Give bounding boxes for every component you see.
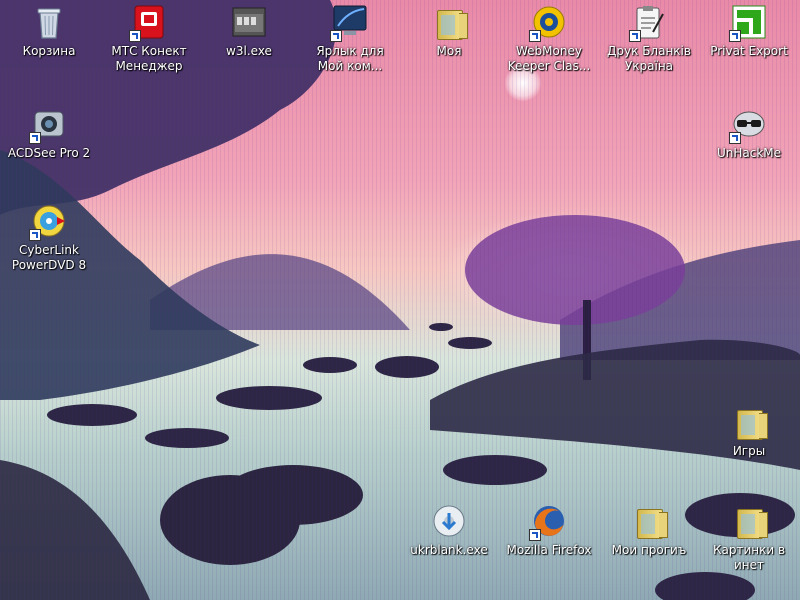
mts-connect-icon [129,4,167,42]
desktop-icon-label: w3l.exe [226,44,272,58]
desktop-icon-label: МТС Конект Менеджер [111,44,187,73]
desktop-icon-label: CyberLink PowerDVD 8 [11,243,87,272]
webmoney-icon [529,4,567,42]
dvd-disc-icon [29,203,67,241]
desktop-icon-unhackme[interactable]: UnHackMe [704,106,794,161]
desktop-icon-label: Друк Бланків Україна [607,44,691,73]
firefox-icon [529,503,567,541]
desktop-icon-label: Privat Export [710,44,788,58]
shortcut-arrow-icon [529,30,541,42]
desktop-icon-my-folder[interactable]: Моя [404,4,494,59]
folder-icon [731,503,768,539]
desktop-icon-mts-connect[interactable]: МТС Конект Менеджер [104,4,194,74]
desktop-icon-pictures-folder[interactable]: Картинки в инет [704,503,794,573]
shortcut-arrow-icon [729,30,741,42]
desktop-icon-w3l[interactable]: w3l.exe [204,4,294,59]
shortcut-arrow-icon [29,132,41,144]
desktop-icon-my-computer-shortcut[interactable]: Ярлык для Мой ком... [305,4,395,74]
desktop-icon-ukrblank[interactable]: ukrblank.exe [404,503,494,558]
shortcut-arrow-icon [330,30,342,42]
desktop-icon-label: Корзина [22,44,76,58]
exe-file-icon [231,4,267,40]
desktop-icon-label: UnHackMe [716,146,782,160]
desktop-icon-label: WebMoney Keeper Clas... [507,44,591,73]
desktop-icon-powerdvd[interactable]: CyberLink PowerDVD 8 [4,203,94,273]
desktop-icon-firefox[interactable]: Mozilla Firefox [504,503,594,558]
desktop-icon-privat-export[interactable]: Privat Export [704,4,794,59]
desktop-icon-druk-blankiv[interactable]: Друк Бланків Україна [604,4,694,74]
desktop-icon-label: Ярлык для Мой ком... [316,44,384,73]
desktop-icon-label: Игры [732,444,766,458]
desktop-icon-label: Картинки в инет [712,543,786,572]
computer-icon [330,4,368,42]
folder-icon [731,404,768,440]
desktop-icon-my-programs-folder[interactable]: Мои прогиъ [604,503,694,558]
desktop-icon-label: ukrblank.exe [410,543,488,557]
folder-icon [431,4,468,40]
desktop-icon-recycle-bin[interactable]: Корзина [4,4,94,59]
privat-export-icon [729,4,767,42]
shortcut-arrow-icon [729,132,741,144]
folder-icon [631,503,668,539]
shortcut-arrow-icon [529,529,541,541]
shortcut-arrow-icon [629,30,641,42]
installer-disc-icon [431,503,467,539]
recycle-bin-icon [31,4,67,40]
desktop-icon-label: Моя [436,44,462,58]
unhackme-icon [729,106,767,144]
clipboard-icon [629,4,667,42]
desktop-icon-label: Mozilla Firefox [506,543,592,557]
acdsee-icon [29,106,67,144]
desktop-icon-acdsee[interactable]: ACDSee Pro 2 [4,106,94,161]
shortcut-arrow-icon [29,229,41,241]
shortcut-arrow-icon [129,30,141,42]
desktop-icon-webmoney[interactable]: WebMoney Keeper Clas... [504,4,594,74]
desktop-icon-games-folder[interactable]: Игры [704,404,794,459]
desktop-icon-label: ACDSee Pro 2 [7,146,91,160]
desktop-icon-label: Мои прогиъ [611,543,687,557]
